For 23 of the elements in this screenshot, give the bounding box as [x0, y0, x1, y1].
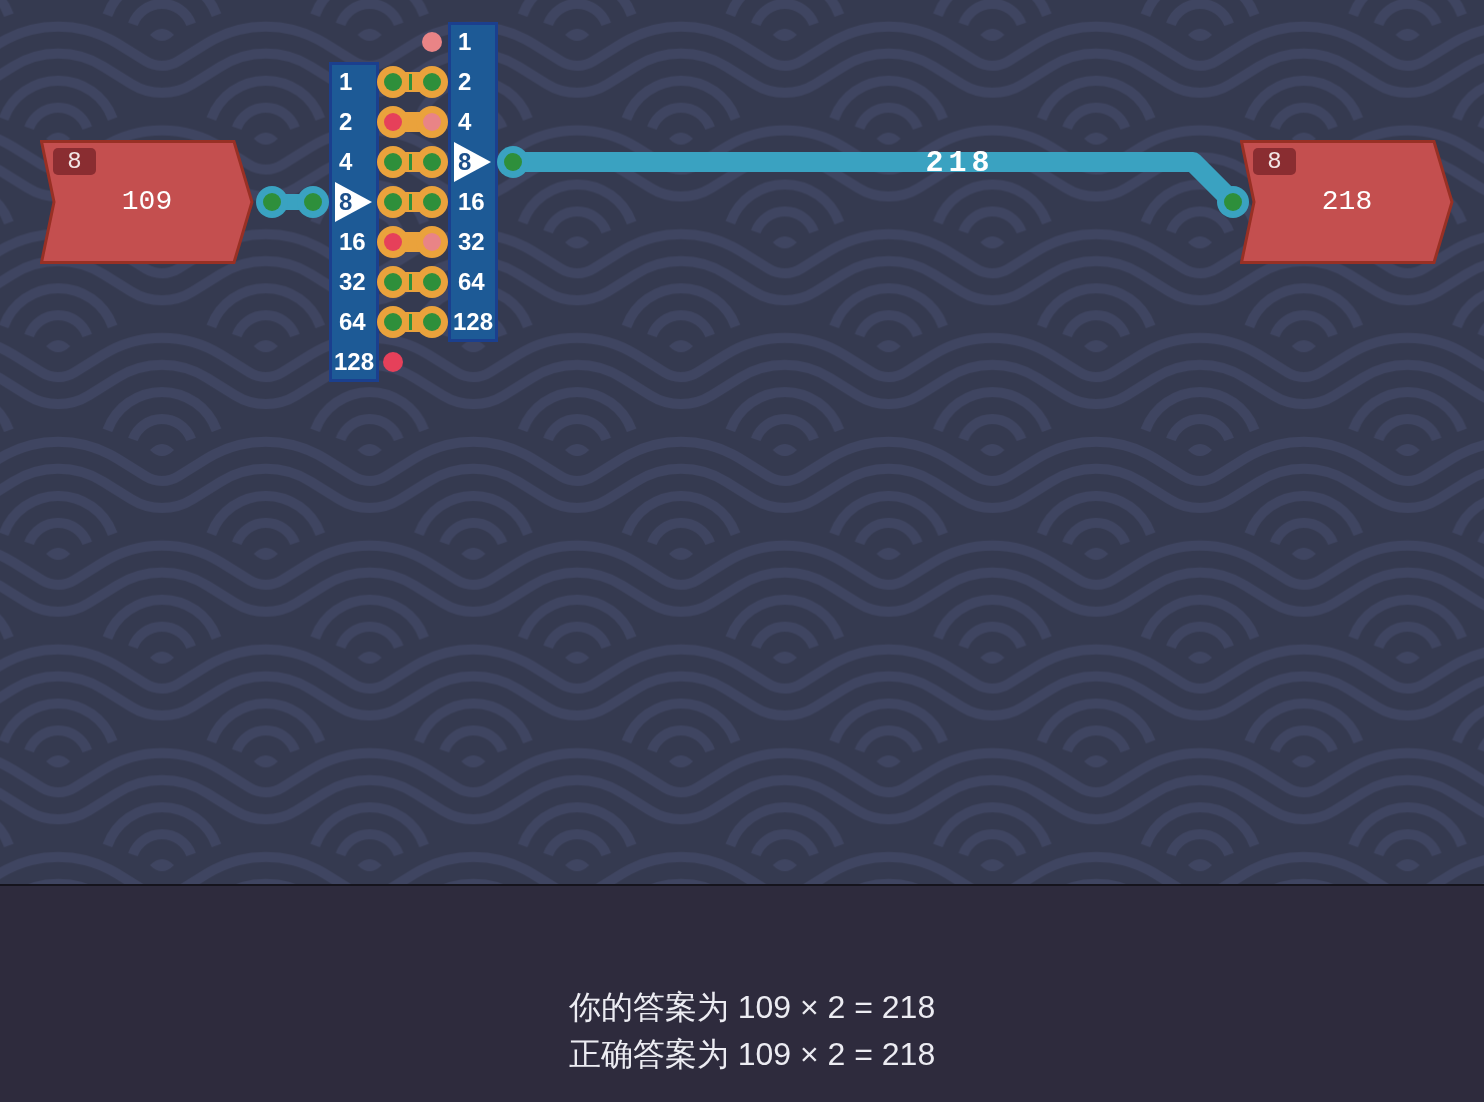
bit-width-badge: 8 — [53, 148, 96, 175]
bit-label: 64 — [458, 268, 486, 296]
node-value: 218 — [1321, 186, 1373, 218]
bit-label: 32 — [458, 228, 486, 256]
result-text: 你的答案为 109 × 2 = 218 — [568, 988, 936, 1027]
bit-label: 128 — [452, 308, 493, 336]
bit-label: 4 — [339, 148, 354, 176]
bit-label: 32 — [339, 268, 367, 296]
bit-label: 2 — [339, 108, 354, 136]
port-arrow-label: 8 — [335, 182, 372, 222]
bit-label: 128 — [333, 348, 374, 376]
port-arrow-label: 8 — [454, 142, 491, 182]
bit-label: 2 — [458, 68, 473, 96]
bit-label: 1 — [458, 28, 473, 56]
bit-label: 4 — [458, 108, 473, 136]
node-value: 109 — [121, 186, 173, 218]
wire-label: 218 — [925, 146, 995, 180]
bit-label: 16 — [458, 188, 486, 216]
result-text: 正确答案为 109 × 2 = 218 — [568, 1035, 936, 1074]
bit-width-badge: 8 — [1253, 148, 1296, 175]
bit-label: 64 — [339, 308, 367, 336]
bit-label: 1 — [339, 68, 354, 96]
bit-label: 16 — [339, 228, 367, 256]
